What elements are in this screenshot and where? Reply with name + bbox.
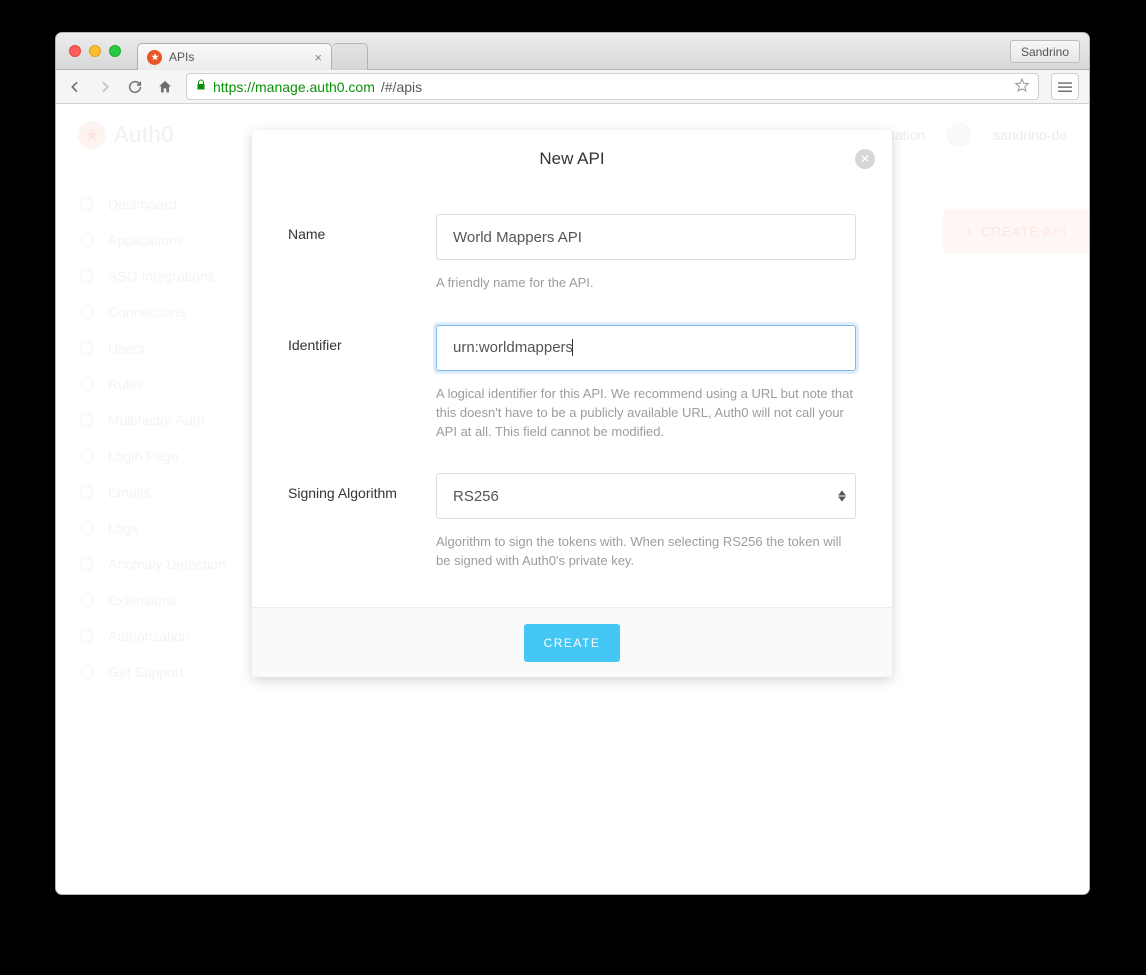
zoom-window-button[interactable] bbox=[109, 45, 121, 57]
name-label: Name bbox=[288, 214, 436, 293]
identifier-input[interactable]: urn:worldmappers bbox=[436, 325, 856, 371]
browser-menu-button[interactable] bbox=[1051, 73, 1079, 100]
modal-header: New API ✕ bbox=[252, 130, 892, 188]
back-button[interactable] bbox=[66, 78, 84, 96]
browser-toolbar: https://manage.auth0.com /#/apis bbox=[56, 70, 1089, 104]
address-bar[interactable]: https://manage.auth0.com /#/apis bbox=[186, 73, 1039, 100]
titlebar: APIs × Sandrino bbox=[56, 33, 1089, 70]
url-path: /#/apis bbox=[381, 79, 422, 95]
home-button[interactable] bbox=[156, 78, 174, 96]
page-content: Auth0 documentation sandrino-de Dashboar… bbox=[56, 104, 1089, 894]
minimize-window-button[interactable] bbox=[89, 45, 101, 57]
text-caret bbox=[572, 339, 573, 356]
name-help: A friendly name for the API. bbox=[436, 274, 856, 293]
modal-close-button[interactable]: ✕ bbox=[855, 149, 875, 169]
name-input[interactable] bbox=[436, 214, 856, 260]
algorithm-label: Signing Algorithm bbox=[288, 473, 436, 571]
tab-title: APIs bbox=[169, 50, 194, 64]
forward-button[interactable] bbox=[96, 78, 114, 96]
modal-title: New API bbox=[539, 149, 604, 169]
identifier-help: A logical identifier for this API. We re… bbox=[436, 385, 856, 442]
bookmark-star-icon[interactable] bbox=[1014, 77, 1030, 96]
identifier-label: Identifier bbox=[288, 325, 436, 442]
reload-button[interactable] bbox=[126, 78, 144, 96]
profile-chip[interactable]: Sandrino bbox=[1010, 40, 1080, 63]
close-window-button[interactable] bbox=[69, 45, 81, 57]
tab-bar: APIs × bbox=[137, 33, 368, 69]
new-tab-button[interactable] bbox=[332, 43, 368, 70]
window-controls bbox=[56, 45, 121, 57]
browser-window: APIs × Sandrino https://manage.auth0.com… bbox=[55, 32, 1090, 895]
create-button[interactable]: CREATE bbox=[524, 624, 621, 662]
modal-footer: CREATE bbox=[252, 607, 892, 677]
close-icon: ✕ bbox=[860, 152, 870, 166]
browser-tab-active[interactable]: APIs × bbox=[137, 43, 332, 70]
new-api-modal: New API ✕ Name A friendly name for the A… bbox=[252, 130, 892, 677]
algorithm-select[interactable] bbox=[436, 473, 856, 519]
auth0-favicon-icon bbox=[147, 50, 162, 65]
lock-icon bbox=[195, 78, 207, 95]
url-host: https://manage.auth0.com bbox=[213, 79, 375, 95]
tab-close-icon[interactable]: × bbox=[314, 50, 322, 65]
algorithm-help: Algorithm to sign the tokens with. When … bbox=[436, 533, 856, 571]
